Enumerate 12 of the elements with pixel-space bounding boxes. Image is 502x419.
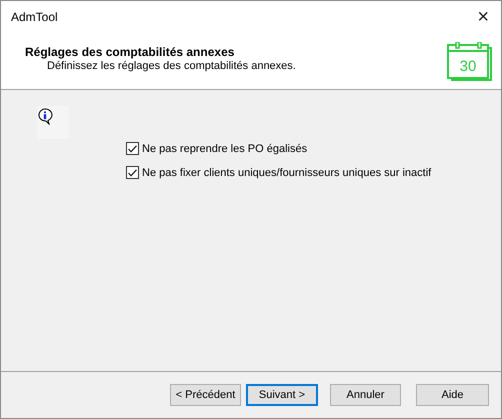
page-subtitle: Définissez les réglages des comptabilités annexes. xyxy=(46,60,296,72)
checkbox[interactable] xyxy=(126,166,139,179)
window-title: AdmTool xyxy=(11,10,58,24)
close-button[interactable]: × xyxy=(477,6,489,26)
checkbox-label: Ne pas reprendre les PO égalisés xyxy=(142,142,308,154)
wizard-button[interactable]: Suivant > xyxy=(246,384,318,406)
wizard-button[interactable]: Aide xyxy=(416,384,489,406)
wizard-button[interactable]: Annuler xyxy=(330,384,401,406)
wizard-button[interactable]: < Précédent xyxy=(170,384,241,406)
page-title: Réglages des comptabilités annexes xyxy=(25,45,236,59)
checkbox-label: Ne pas fixer clients uniques/fournisseurs uniques sur inactif xyxy=(142,166,432,178)
checkbox[interactable] xyxy=(126,142,139,155)
